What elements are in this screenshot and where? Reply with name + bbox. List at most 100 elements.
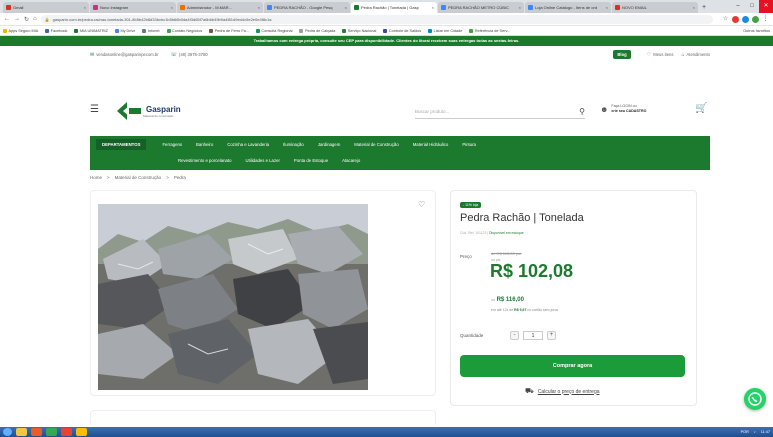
bookmark-item[interactable]: Referência de Serv... <box>469 28 510 33</box>
close-tab-icon[interactable]: × <box>430 5 434 10</box>
login-link[interactable]: ☻ Faça LOGIN ou crie seu CADASTRO <box>600 104 646 114</box>
quantity-increment-button[interactable]: + <box>547 331 556 340</box>
user-icon: ♡ <box>646 51 652 58</box>
category-link[interactable]: Banheiro <box>196 142 213 147</box>
close-tab-icon[interactable]: × <box>604 5 608 10</box>
bookmark-item[interactable]: Consulta Regional <box>255 28 292 33</box>
category-link[interactable]: Iluminação <box>283 142 304 147</box>
close-tab-icon[interactable]: × <box>691 5 695 10</box>
search-icon[interactable]: ⚲ <box>579 107 585 116</box>
departments-menu[interactable]: DEPARTAMENTOS <box>96 138 147 150</box>
category-link[interactable]: Material Hidráulico <box>413 142 449 147</box>
quantity-input[interactable]: 1 <box>523 331 543 340</box>
close-icon[interactable]: ✕ <box>759 0 773 13</box>
reload-icon[interactable]: ↻ <box>24 16 29 23</box>
start-icon[interactable] <box>3 428 12 436</box>
bookmark-item[interactable]: MIA UNIMATRIZ <box>74 28 108 33</box>
cart-icon[interactable]: 🛒 <box>695 103 707 114</box>
category-link[interactable]: Ferragens <box>162 142 182 147</box>
volume-icon[interactable]: ♪ <box>754 430 756 434</box>
quantity-decrement-button[interactable]: - <box>510 331 519 340</box>
bookmark-star-icon[interactable]: ☆ <box>722 15 729 23</box>
clock[interactable]: 11:47 <box>761 430 770 434</box>
home-icon: ⌂ <box>681 51 685 58</box>
category-link[interactable]: Utilidades e Lazer <box>246 158 280 163</box>
logo-mark-icon <box>117 102 141 120</box>
category-link[interactable]: Pintura <box>462 142 476 147</box>
bookmark-item[interactable]: Listar em Cidade <box>428 28 463 33</box>
bookmark-item[interactable]: My Drive <box>114 28 135 33</box>
bookmark-item[interactable]: Infonet <box>142 28 160 33</box>
other-bookmarks[interactable]: Outros favoritos <box>743 29 770 33</box>
breadcrumb-item[interactable]: Material de Construção <box>115 175 162 180</box>
browser-tab[interactable]: Pedra Rachão | Tonelada | Gasp × <box>351 2 437 13</box>
browser-tab[interactable]: Novo Instagram × <box>90 2 176 13</box>
shipping-calculator[interactable]: ⛟ Calcular o preço de entrega <box>525 387 600 396</box>
close-tab-icon[interactable]: × <box>256 5 260 10</box>
hamburger-icon[interactable]: ☰ <box>90 104 99 115</box>
profile-avatar[interactable] <box>752 15 759 23</box>
breadcrumb-item[interactable]: Home <box>90 175 102 180</box>
site-logo[interactable]: Gasparin Material de construção <box>115 100 181 122</box>
category-row-2: Revestimento e porcelanato Utilidades e L… <box>90 152 710 168</box>
product-image[interactable] <box>98 204 368 390</box>
close-tab-icon[interactable]: × <box>517 5 521 10</box>
browser-tab[interactable]: Administrador - M.MAR... × <box>177 2 263 13</box>
blog-button[interactable]: Blog <box>613 50 631 59</box>
bookmark-item[interactable]: Apps Seguro MIA <box>3 28 38 33</box>
category-link[interactable]: Material de Construção <box>354 142 398 147</box>
url-input[interactable]: 🔒 gasparin.com.br/pedra-rachao-tonelada-… <box>40 14 713 24</box>
bookmark-item[interactable]: Contato Negócios <box>166 28 202 33</box>
media-icon[interactable] <box>31 428 42 436</box>
favorites-link[interactable]: ♡ Meus itens <box>647 52 674 58</box>
extension-icon[interactable] <box>732 15 739 23</box>
category-link[interactable]: Ponta de Estoque <box>294 158 328 163</box>
explorer-icon[interactable] <box>16 428 27 436</box>
browser-tab[interactable]: Gmail × <box>3 2 89 13</box>
favicon-icon <box>528 5 533 10</box>
minimize-icon[interactable]: – <box>731 0 745 13</box>
bookmark-label: Listar em Cidade <box>433 28 463 33</box>
menu-icon[interactable]: ⋮ <box>762 15 769 23</box>
browser-tab[interactable]: PEDRA RACHÃO METRO CÚBIC × <box>438 2 524 13</box>
product-title: Pedra Rachão | Tonelada <box>460 212 584 224</box>
shipping-link[interactable]: Calcular o preço de entrega <box>538 389 600 395</box>
phone-contact[interactable]: ☏ (48) 3675-3700 <box>171 52 208 58</box>
extension-icon[interactable] <box>742 15 749 23</box>
category-link[interactable]: Cozinha e Lavanderia <box>227 142 269 147</box>
chrome-icon[interactable] <box>46 428 57 436</box>
forward-icon[interactable]: → <box>14 16 20 22</box>
category-link[interactable]: Atacarejo <box>342 158 360 163</box>
bookmark-item[interactable]: Pedra de Ferro Fa... <box>209 28 249 33</box>
new-tab-button[interactable]: + <box>699 2 709 13</box>
category-link[interactable]: Revestimento e porcelanato <box>178 158 232 163</box>
bookmark-label: Facebook <box>50 28 68 33</box>
whatsapp-icon[interactable] <box>744 388 766 410</box>
browser-tab[interactable]: NOVO EMAIL × <box>612 2 698 13</box>
tab-title: PEDRA RACHÃO METRO CÚBIC <box>448 5 509 10</box>
browser-tab[interactable]: Loja Online Catálogo - Itens de ord × <box>525 2 611 13</box>
language-indicator[interactable]: POR <box>741 430 749 434</box>
bookmark-item[interactable]: Controle de Saldos <box>383 28 421 33</box>
category-link[interactable]: Jardinagem <box>318 142 340 147</box>
close-tab-icon[interactable]: × <box>343 5 347 10</box>
price-label: Preço <box>460 254 472 259</box>
wishlist-heart-icon[interactable]: ♡ <box>418 200 425 209</box>
app-icon[interactable] <box>61 428 72 436</box>
maximize-icon[interactable]: □ <box>745 0 759 13</box>
search-input[interactable]: Buscar produto... ⚲ <box>415 105 585 119</box>
close-tab-icon[interactable]: × <box>169 5 173 10</box>
breadcrumb-item[interactable]: Pedra <box>174 175 186 180</box>
bookmark-item[interactable]: Serviço Nacional <box>342 28 376 33</box>
service-link[interactable]: ⌂ Atendimento <box>681 52 710 58</box>
buy-now-button[interactable]: Comprar agora <box>460 355 685 377</box>
bookmark-item[interactable]: Pedra de Calçada <box>299 28 335 33</box>
bookmark-item[interactable]: Facebook <box>45 28 68 33</box>
close-tab-icon[interactable]: × <box>82 5 86 10</box>
back-icon[interactable]: ← <box>4 16 10 22</box>
category-row-1: DEPARTAMENTOS Ferragens Banheiro Cozinha e … <box>90 136 710 152</box>
home-icon[interactable]: ⌂ <box>33 16 37 22</box>
email-contact[interactable]: ✉ vendasonline@gasparinpecom.br <box>90 52 159 58</box>
browser-tab[interactable]: PEDRA RACHÃO - Google Pesq × <box>264 2 350 13</box>
app-icon[interactable] <box>76 428 87 436</box>
